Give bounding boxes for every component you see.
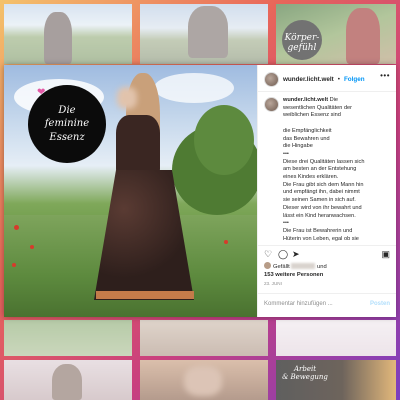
likes-prefix: Gefällt xyxy=(273,264,290,270)
avatar[interactable] xyxy=(264,71,279,87)
comment-icon[interactable]: ◯ xyxy=(278,249,288,259)
blurred-liker-name xyxy=(291,263,316,269)
grid-photo-bottom-right[interactable]: Arbeit & Bewegung xyxy=(276,360,396,400)
likes-count-link[interactable]: 153 weitere Personen xyxy=(264,272,323,278)
post-modal: Die feminine Essenz ❤ wunder.licht.welt … xyxy=(4,65,396,317)
like-icon[interactable]: ♡ xyxy=(264,249,272,259)
bookmark-icon[interactable]: ▣ xyxy=(381,249,390,259)
caption-line: ••• xyxy=(283,220,289,227)
post-date: 23. JUNI xyxy=(264,281,282,286)
comment-input[interactable]: Kommentar hinzufügen ... xyxy=(264,301,333,307)
header-separator: • xyxy=(337,75,340,83)
comment-divider xyxy=(258,293,396,294)
grid-photo-middle-right[interactable] xyxy=(276,320,396,356)
likes-summary: Gefällt und 153 weitere Personen xyxy=(264,262,392,279)
caption-line: Hüterin von Leben, egal ob sie xyxy=(283,235,359,242)
post-photo[interactable]: Die feminine Essenz ❤ xyxy=(4,65,257,317)
caption-line: am besten an der Entstehung xyxy=(283,166,357,173)
caption-line: Die Frau ist Bewahrerin und xyxy=(283,227,353,234)
likes-connector: und xyxy=(317,264,327,270)
post-header: wunder.licht.welt • Folgen ••• xyxy=(264,71,392,87)
grid-photo-middle-center[interactable] xyxy=(140,320,268,356)
header-username[interactable]: wunder.licht.welt xyxy=(283,76,334,83)
grid-photo-top-middle[interactable] xyxy=(140,4,268,64)
caption-line: die Hingabe xyxy=(283,143,313,150)
caption-line: ••• xyxy=(283,150,289,157)
caption-avatar[interactable] xyxy=(264,97,279,112)
dress-hem xyxy=(96,291,194,299)
grid-photo-top-right[interactable]: Körper- gefühl xyxy=(276,4,396,64)
heart-icon: ❤ xyxy=(37,87,46,98)
badge-text: Die feminine Essenz xyxy=(44,104,90,143)
grid-photo-bottom-middle[interactable] xyxy=(140,360,268,400)
caption-line: die Empfänglichkeit xyxy=(283,127,332,134)
caption-line: wesentlichen Qualitäten der xyxy=(283,104,353,111)
grid-photo-middle-left[interactable] xyxy=(4,320,132,356)
caption-line: Diese drei Qualitäten lassen sich xyxy=(283,158,365,165)
follow-button[interactable]: Folgen xyxy=(344,76,365,83)
grid-photo-bottom-left[interactable] xyxy=(4,360,132,400)
caption-line: und empfängt ihn, dabei nimmt xyxy=(283,189,360,196)
caption-line xyxy=(283,120,364,128)
caption-line: das Bewahren und xyxy=(283,135,330,142)
caption-line: Die Frau gibt sich dem Mann hin xyxy=(283,181,364,188)
more-options-icon[interactable]: ••• xyxy=(380,71,390,80)
header-divider xyxy=(258,91,396,92)
caption-line: wunder.licht.welt Die xyxy=(283,97,339,103)
post-actions: ♡ ◯ ➤ ▣ xyxy=(264,249,390,259)
screenshot-stage: Körper- gefühl Arbeit & Bewegung Die fem… xyxy=(0,0,400,400)
comment-bar: Kommentar hinzufügen ... Posten xyxy=(264,298,390,310)
caption-username[interactable]: wunder.licht.welt xyxy=(283,97,328,103)
liker-avatar xyxy=(264,262,271,269)
caption-line: sie seinen Samen in sich auf. xyxy=(283,197,356,204)
caption-line: weiblichen Essenz sind xyxy=(283,112,341,119)
caption-line: Dieser wird von ihr bewahrt und xyxy=(283,204,362,211)
blurred-face xyxy=(117,87,137,109)
share-icon[interactable]: ➤ xyxy=(292,249,300,259)
caption-line: eines Kindes erklären. xyxy=(283,174,339,181)
post-comment-button[interactable]: Posten xyxy=(370,301,390,307)
caption-line: lässt ein Kind heranwachsen. xyxy=(283,212,356,219)
dress-top xyxy=(116,115,160,175)
actions-divider xyxy=(258,245,396,246)
post-side-panel: wunder.licht.welt • Folgen ••• wunder.li… xyxy=(257,65,396,317)
grid-photo-top-left[interactable] xyxy=(4,4,132,64)
